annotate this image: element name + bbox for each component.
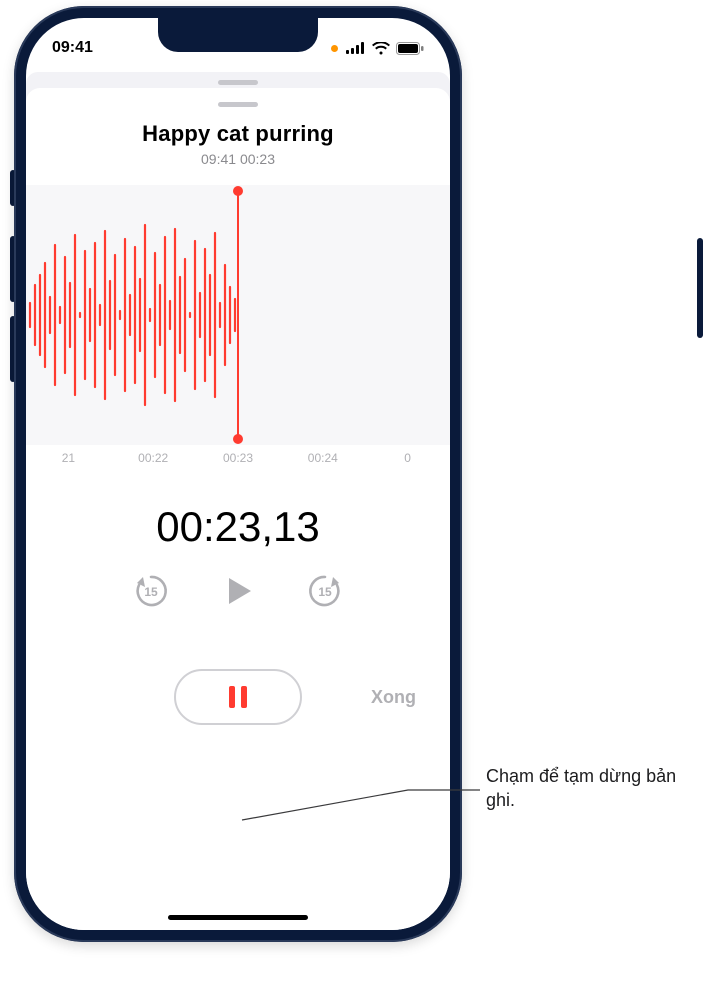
recording-sheet: Happy cat purring 09:41 00:23 <box>26 88 450 930</box>
done-button[interactable]: Xong <box>371 687 416 708</box>
phone-frame: 09:41 Happy ca <box>14 6 462 942</box>
status-time: 09:41 <box>52 39 112 57</box>
recording-indicator-dot <box>331 45 338 52</box>
callout-label: Chạm để tạm dừng bản ghi. <box>486 764 696 813</box>
cellular-icon <box>346 42 366 54</box>
elapsed-time: 00:23,13 <box>26 503 450 551</box>
play-button[interactable] <box>221 574 255 608</box>
battery-icon <box>396 42 424 55</box>
skip-back-15-button[interactable]: 15 <box>129 569 173 613</box>
waveform-timeline: 21 00:22 00:23 00:24 0 <box>26 445 450 465</box>
screen: 09:41 Happy ca <box>26 18 450 930</box>
timeline-tick: 0 <box>365 451 450 465</box>
pause-icon <box>229 686 247 708</box>
notch <box>158 18 318 52</box>
side-button-hw <box>697 238 703 338</box>
timeline-tick: 00:23 <box>196 451 281 465</box>
sheet-grabber[interactable] <box>218 102 258 107</box>
wifi-icon <box>372 42 390 55</box>
svg-text:15: 15 <box>144 585 158 599</box>
svg-text:15: 15 <box>318 585 332 599</box>
home-indicator[interactable] <box>168 915 308 920</box>
recording-subtitle: 09:41 00:23 <box>26 151 450 167</box>
skip-forward-15-button[interactable]: 15 <box>303 569 347 613</box>
transport-controls: 15 15 <box>26 569 450 613</box>
recording-title[interactable]: Happy cat purring <box>26 121 450 147</box>
pause-recording-button[interactable] <box>174 669 302 725</box>
timeline-tick: 21 <box>26 451 111 465</box>
timeline-tick: 00:24 <box>280 451 365 465</box>
timeline-tick: 00:22 <box>111 451 196 465</box>
waveform-view[interactable] <box>26 185 450 445</box>
